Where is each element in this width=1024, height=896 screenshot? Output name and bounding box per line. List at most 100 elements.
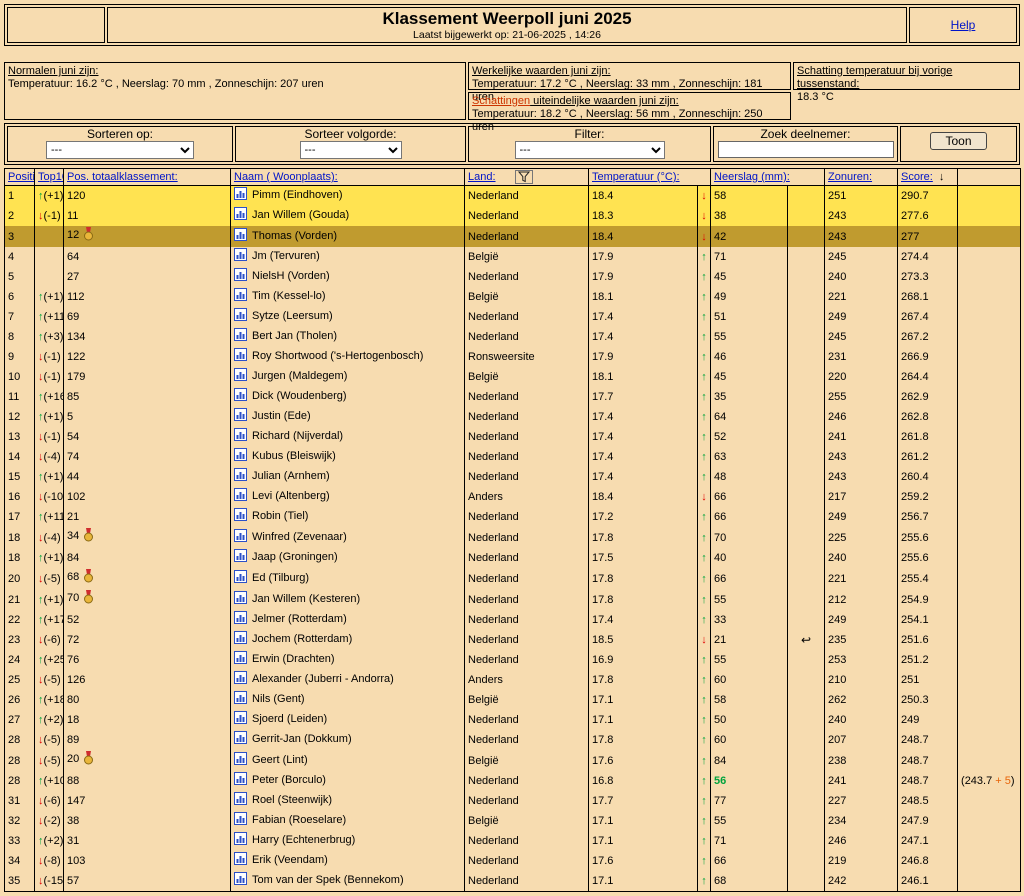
- table-row: 6 ↑(+1) 112 Tim (Kessel-lo) België 18.1 …: [5, 287, 1021, 307]
- cell-neerslag: 35: [711, 387, 788, 407]
- stats-icon[interactable]: [234, 468, 247, 487]
- search-input[interactable]: [718, 141, 894, 158]
- stats-icon[interactable]: [234, 591, 247, 610]
- stats-icon[interactable]: [234, 631, 247, 650]
- neerslag-value: 71: [714, 251, 726, 263]
- stats-icon[interactable]: [234, 812, 247, 831]
- neerslag-value: 58: [714, 190, 726, 202]
- sort-land-link[interactable]: Land:: [468, 171, 496, 183]
- stats-icon[interactable]: [234, 508, 247, 527]
- cell-temperatuur: 18.4: [589, 487, 698, 507]
- cell-totaalklassement: 122: [64, 347, 231, 367]
- cell-temperatuur: 17.4: [589, 610, 698, 630]
- stats-icon[interactable]: [234, 611, 247, 630]
- participant-name: Roel (Steenwijk): [252, 794, 332, 806]
- stats-icon[interactable]: [234, 228, 247, 247]
- sort-temperatuur-link[interactable]: Temperatuur (°C):: [592, 171, 680, 183]
- rain-flag-cell: [788, 487, 825, 507]
- stats-icon[interactable]: [234, 852, 247, 871]
- leaderboard-table: Positie: Top10 Pos. totaalklassement: Na…: [4, 168, 1021, 892]
- cell-score: 260.4: [898, 467, 958, 487]
- cell-top10: ↓(-2): [35, 811, 64, 831]
- help-link[interactable]: Help: [951, 18, 976, 32]
- move-delta: (+11): [44, 311, 64, 323]
- temp-trend-icon: ↑: [701, 573, 707, 585]
- cell-score: 267.4: [898, 307, 958, 327]
- cell-top10: ↑(+1): [35, 589, 64, 610]
- stats-icon[interactable]: [234, 549, 247, 568]
- cell-totaalklassement: 89: [64, 730, 231, 750]
- cell-zonuren: 249: [825, 307, 898, 327]
- cell-totaalklassement: 64: [64, 247, 231, 267]
- stats-icon[interactable]: [234, 348, 247, 367]
- stats-icon[interactable]: [234, 488, 247, 507]
- sort-zonuren-link[interactable]: Zonuren:: [828, 171, 872, 183]
- move-delta: (-15): [44, 875, 64, 887]
- stats-icon[interactable]: [234, 731, 247, 750]
- sort-top10-link[interactable]: Top10: [38, 171, 64, 183]
- cell-naam: Gerrit-Jan (Dokkum): [231, 730, 465, 750]
- totaal-positie: 57: [67, 875, 79, 887]
- stats-icon[interactable]: [234, 368, 247, 387]
- stats-icon[interactable]: [234, 328, 247, 347]
- cell-positie: 22: [5, 610, 35, 630]
- cell-temperatuur: 18.1: [589, 287, 698, 307]
- cell-zonuren: 251: [825, 186, 898, 207]
- filter-select[interactable]: ---: [515, 141, 665, 159]
- schattingen-label-highlight: Schattingen: [472, 95, 530, 107]
- stats-icon[interactable]: [234, 752, 247, 771]
- cell-land: Nederland: [465, 307, 589, 327]
- cell-note: [958, 287, 1021, 307]
- sort-totaal-link[interactable]: Pos. totaalklassement:: [67, 171, 178, 183]
- stats-icon[interactable]: [234, 651, 247, 670]
- stats-icon[interactable]: [234, 671, 247, 690]
- move-delta: (+1): [44, 291, 64, 303]
- stats-icon[interactable]: [234, 408, 247, 427]
- stats-icon[interactable]: [234, 207, 247, 226]
- sort-neerslag-link[interactable]: Neerslag (mm):: [714, 171, 790, 183]
- temp-trend-cell: ↑: [698, 791, 711, 811]
- funnel-icon[interactable]: [515, 170, 533, 184]
- stats-icon[interactable]: [234, 570, 247, 589]
- cell-land: Nederland: [465, 186, 589, 207]
- stats-icon[interactable]: [234, 388, 247, 407]
- stats-icon[interactable]: [234, 832, 247, 851]
- cell-positie: 2: [5, 206, 35, 226]
- cell-score: 277.6: [898, 206, 958, 226]
- sort-select[interactable]: ---: [46, 141, 194, 159]
- cell-zonuren: 243: [825, 206, 898, 226]
- stats-icon[interactable]: [234, 288, 247, 307]
- stats-icon[interactable]: [234, 448, 247, 467]
- stats-icon[interactable]: [234, 248, 247, 267]
- cell-neerslag: 38: [711, 206, 788, 226]
- vorige-label: Schatting temperatuur bij vorige tussens…: [797, 65, 952, 90]
- stats-icon[interactable]: [234, 772, 247, 791]
- table-row: 9 ↓(-1) 122 Roy Shortwood ('s-Hertogenbo…: [5, 347, 1021, 367]
- sort-naam-link[interactable]: Naam ( Woonplaats):: [234, 171, 338, 183]
- table-row: 15 ↑(+1) 44 Julian (Arnhem) Nederland 17…: [5, 467, 1021, 487]
- temp-trend-icon: ↑: [701, 815, 707, 827]
- cell-temperatuur: 17.5: [589, 548, 698, 568]
- stats-icon[interactable]: [234, 308, 247, 327]
- stats-icon[interactable]: [234, 428, 247, 447]
- show-button[interactable]: Toon: [930, 132, 986, 150]
- stats-icon[interactable]: [234, 711, 247, 730]
- sort-positie-link[interactable]: Positie:: [8, 171, 35, 183]
- sort-score-link[interactable]: Score:: [901, 171, 933, 183]
- totaal-positie: 80: [67, 694, 79, 706]
- stats-icon[interactable]: [234, 792, 247, 811]
- participant-name: Kubus (Bleiswijk): [252, 450, 336, 462]
- stats-icon[interactable]: [234, 872, 247, 891]
- temp-trend-cell: ↑: [698, 267, 711, 287]
- rain-flag-cell: [788, 771, 825, 791]
- order-select[interactable]: ---: [300, 141, 402, 159]
- help-cell: Help: [909, 7, 1017, 43]
- stats-icon[interactable]: [234, 529, 247, 548]
- sort-direction-icon: ↓: [939, 171, 945, 183]
- stats-icon[interactable]: [234, 691, 247, 710]
- cell-neerslag: 55: [711, 811, 788, 831]
- move-delta: (+25): [44, 654, 64, 666]
- temp-trend-cell: ↑: [698, 690, 711, 710]
- stats-icon[interactable]: [234, 268, 247, 287]
- stats-icon[interactable]: [234, 187, 247, 206]
